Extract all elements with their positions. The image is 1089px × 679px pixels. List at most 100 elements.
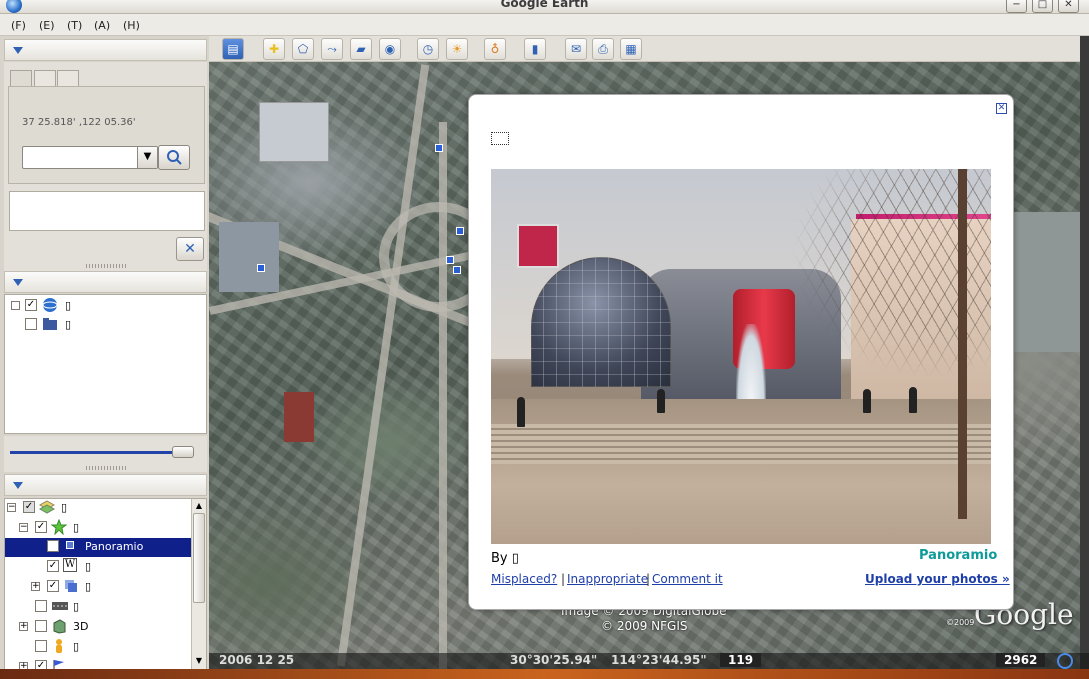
- layer-item-label: ▯: [73, 521, 80, 534]
- add-image-overlay-button[interactable]: ▰: [350, 38, 372, 60]
- search-input[interactable]: ▼: [22, 146, 158, 169]
- latitude-readout: 30°30'25.94": [510, 653, 598, 667]
- print-icon: ⎙: [598, 42, 608, 56]
- switch-planet-button[interactable]: ♁: [484, 38, 506, 60]
- layer-item-featured[interactable]: − ✓ ▯: [5, 519, 191, 537]
- search-section-header[interactable]: [4, 39, 207, 61]
- panoramio-logo[interactable]: Panoramio: [919, 548, 997, 563]
- checkbox[interactable]: ✓: [47, 540, 59, 552]
- layers-section-header[interactable]: [4, 474, 207, 496]
- comment-link[interactable]: Comment it: [652, 572, 723, 586]
- search-button[interactable]: [158, 145, 190, 170]
- layer-item-label: ▯: [73, 640, 80, 653]
- transparency-slider-thumb[interactable]: [172, 446, 194, 458]
- photo-title-icon: [491, 132, 509, 145]
- layer-item-panoramio[interactable]: ✓ Panoramio: [5, 538, 191, 557]
- wikipedia-icon: W: [63, 558, 77, 572]
- checkbox[interactable]: ✓: [35, 521, 47, 533]
- panoramio-photo[interactable]: [491, 169, 991, 544]
- map-road: [336, 64, 430, 667]
- chevron-down-icon[interactable]: ▼: [137, 147, 157, 168]
- layer-item-primary-database[interactable]: − ✓ ▯: [5, 499, 191, 517]
- layer-item-label: 3D: [73, 620, 89, 633]
- sunlight-button[interactable]: ☀: [446, 38, 468, 60]
- places-item-my-places[interactable]: ✓ ▯: [9, 297, 199, 315]
- collapse-icon[interactable]: −: [19, 523, 28, 532]
- close-icon[interactable]: ✕: [996, 103, 1007, 114]
- planet-icon: ♁: [490, 42, 500, 56]
- panoramio-marker[interactable]: [435, 144, 443, 152]
- tab-find-businesses[interactable]: [34, 70, 56, 86]
- example-coordinates: 37 25.818' ,122 05.36': [22, 117, 136, 128]
- photo-person: [909, 387, 917, 413]
- layer-item-label: Panoramio: [85, 540, 144, 553]
- scroll-down-icon[interactable]: ▼: [194, 656, 204, 666]
- checkbox[interactable]: [35, 640, 47, 652]
- places-section-header[interactable]: [4, 271, 207, 293]
- main-toolbar: ▤ ✚ ⬠ ⤳ ▰ ◉ ◷ ☀ ♁ ▮ ✉ ⎙ ▦: [209, 36, 1089, 62]
- tab-fly-to[interactable]: [10, 70, 32, 86]
- search-icon: [167, 150, 182, 165]
- add-placemark-button[interactable]: ✚: [263, 38, 285, 60]
- layer-item-label: ▯: [85, 580, 92, 593]
- expand-icon[interactable]: +: [31, 582, 40, 591]
- panoramio-marker[interactable]: [453, 266, 461, 274]
- ruler-icon: ▮: [531, 42, 539, 56]
- misplaced-link[interactable]: Misplaced?: [491, 572, 557, 586]
- record-tour-button[interactable]: ◉: [379, 38, 401, 60]
- layer-item-cards[interactable]: + ✓ ▯: [5, 578, 191, 596]
- checkbox[interactable]: ✓: [47, 580, 59, 592]
- view-in-maps-button[interactable]: ▦: [620, 38, 642, 60]
- scroll-thumb[interactable]: [193, 513, 205, 603]
- layer-item-3d-buildings[interactable]: + 3D: [5, 618, 191, 636]
- checkbox[interactable]: ✓: [47, 560, 59, 572]
- photo-tree: [931, 169, 991, 519]
- star-icon: [51, 519, 67, 535]
- layer-item-street-view[interactable]: ▯: [5, 638, 191, 656]
- layer-item-wikipedia[interactable]: ✓ W ▯: [5, 558, 191, 576]
- scroll-up-icon[interactable]: ▲: [194, 501, 204, 511]
- ruler-button[interactable]: ▮: [524, 38, 546, 60]
- longitude-readout: 114°23'44.95": [611, 653, 707, 667]
- print-button[interactable]: ⎙: [592, 38, 614, 60]
- photo-dome-grid: [531, 257, 671, 387]
- checkbox[interactable]: [35, 600, 47, 612]
- sidebar-toggle-button[interactable]: ▤: [222, 38, 244, 60]
- expand-icon[interactable]: +: [19, 622, 28, 631]
- sidebar-icon: ▤: [227, 42, 239, 56]
- photo-person: [517, 397, 525, 427]
- resize-grip[interactable]: [86, 466, 126, 470]
- layers-scrollbar[interactable]: ▲ ▼: [191, 499, 206, 669]
- checkbox[interactable]: [35, 620, 47, 632]
- historical-imagery-button[interactable]: ◷: [417, 38, 439, 60]
- checkbox[interactable]: ✓: [25, 299, 37, 311]
- collapse-triangle-icon[interactable]: [13, 279, 23, 286]
- places-item-temporary[interactable]: ▯: [9, 316, 199, 334]
- search-results[interactable]: [9, 191, 205, 231]
- maximize-button[interactable]: □: [1032, 0, 1053, 13]
- minimize-button[interactable]: −: [1006, 0, 1027, 13]
- inappropriate-link[interactable]: Inappropriate: [567, 572, 648, 586]
- collapse-icon[interactable]: −: [7, 503, 16, 512]
- checkbox[interactable]: [25, 318, 37, 330]
- email-button[interactable]: ✉: [565, 38, 587, 60]
- panoramio-marker[interactable]: [257, 264, 265, 272]
- collapse-triangle-icon[interactable]: [13, 47, 23, 54]
- checkbox[interactable]: ✓: [23, 501, 35, 513]
- resize-grip[interactable]: [86, 264, 126, 268]
- panoramio-marker[interactable]: [456, 227, 464, 235]
- transparency-slider-track[interactable]: [10, 451, 180, 454]
- add-polygon-button[interactable]: ⬠: [292, 38, 314, 60]
- clear-search-button[interactable]: ✕: [176, 237, 204, 261]
- tab-directions[interactable]: [57, 70, 79, 86]
- window-edge: [1080, 36, 1089, 669]
- road-icon: [52, 602, 68, 610]
- add-path-button[interactable]: ⤳: [321, 38, 343, 60]
- layer-item-roads[interactable]: ▯: [5, 598, 191, 616]
- panoramio-marker[interactable]: [446, 256, 454, 264]
- upload-photos-link[interactable]: Upload your photos »: [865, 572, 1010, 586]
- collapse-triangle-icon[interactable]: [13, 482, 23, 489]
- clock-icon: ◷: [422, 42, 434, 56]
- tour-icon: ◉: [384, 42, 396, 56]
- close-button[interactable]: ✕: [1058, 0, 1079, 13]
